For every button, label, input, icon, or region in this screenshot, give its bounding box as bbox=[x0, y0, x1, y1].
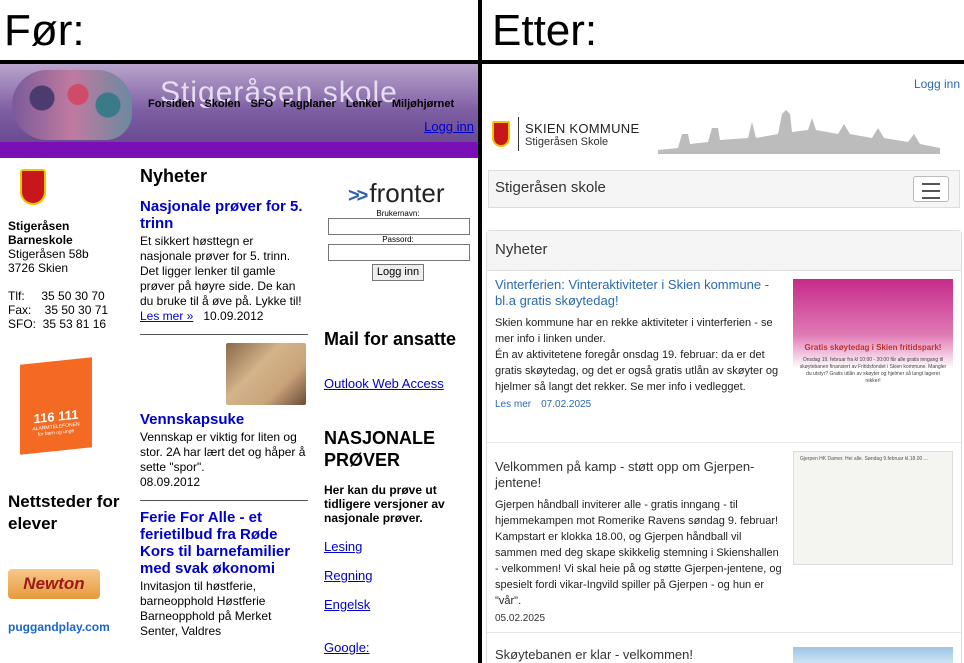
divider-vertical bbox=[478, 0, 482, 663]
banner-artwork bbox=[12, 70, 132, 140]
les-mer-link[interactable]: Les mer bbox=[495, 399, 531, 410]
news-title-1[interactable]: Nasjonale prøver for 5. trinn bbox=[140, 198, 308, 232]
news-item: Vinterferien: Vinteraktiviteter i Skien … bbox=[487, 271, 961, 443]
news-thumbnail bbox=[226, 343, 306, 405]
old-login-link[interactable]: Logg inn bbox=[424, 119, 474, 134]
skien-coat-of-arms-icon bbox=[492, 121, 510, 147]
fronter-logo: >> fronter bbox=[348, 178, 445, 208]
news-item: Skøytebanen er klar - velkommen! bbox=[487, 633, 961, 663]
news-meta-1: Les mer » 10.09.2012 bbox=[140, 309, 308, 324]
username-input[interactable] bbox=[328, 218, 470, 235]
school-city: 3726 Skien bbox=[8, 261, 69, 275]
poster-caption: Gratis skøytedag i Skien fritidspark! bbox=[804, 343, 942, 352]
alarmtelefonen-banner[interactable]: 116 111 ALARMTELEFONEN for barn og unge bbox=[20, 357, 92, 455]
school-street: Stigeråsen 58b bbox=[8, 247, 89, 261]
news-title-2[interactable]: Vennskapsuke bbox=[140, 411, 308, 428]
news-body-2: Vennskap er viktig for liten og stor. 2A… bbox=[140, 430, 306, 474]
comparison-frame: Før: Etter: Stigeråsen skole Forsiden Sk… bbox=[0, 0, 964, 663]
old-nav: Forsiden Skolen SFO Fagplaner Lenker Mil… bbox=[148, 98, 454, 110]
news-item-body: Skien kommune har en rekke aktiviteter i… bbox=[495, 317, 779, 393]
news-item: Velkommen på kamp - støtt opp om Gjerpen… bbox=[487, 443, 961, 633]
site-brand[interactable]: Stigeråsen skole bbox=[495, 179, 606, 196]
old-right-column: >> fronter Brukernavn: Passord: Logg inn … bbox=[324, 178, 472, 655]
old-news-heading: Nyheter bbox=[140, 166, 208, 186]
old-banner: Stigeråsen skole Forsiden Skolen SFO Fag… bbox=[0, 64, 478, 142]
nav-item-fagplaner[interactable]: Fagplaner bbox=[283, 98, 336, 110]
skien-kommune-logo[interactable]: SKIEN KOMMUNE Stigeråsen Skole bbox=[492, 117, 639, 151]
news-item-date: 07.02.2025 bbox=[541, 399, 592, 410]
news-separator bbox=[140, 500, 308, 501]
logo-title: SKIEN KOMMUNE bbox=[525, 120, 640, 136]
puggandplay-logo[interactable]: puggandplay.com bbox=[8, 613, 110, 641]
mail-heading: Mail for ansatte bbox=[324, 329, 457, 349]
before-heading: Før: bbox=[4, 6, 85, 55]
news-separator bbox=[140, 334, 308, 335]
old-news-column: Nyheter Nasjonale prøver for 5. trinn Et… bbox=[140, 166, 308, 639]
newton-logo[interactable]: Newton bbox=[8, 569, 100, 599]
link-regning[interactable]: Regning bbox=[324, 568, 472, 583]
news-item-title[interactable]: Velkommen på kamp - støtt opp om Gjerpen… bbox=[495, 459, 771, 491]
fronter-arrows-icon: >> bbox=[348, 185, 368, 207]
nav-item-miljohjornet[interactable]: Miljøhjørnet bbox=[392, 98, 454, 110]
outlook-link[interactable]: Outlook Web Access bbox=[324, 376, 472, 391]
news-date-1: 10.09.2012 bbox=[203, 309, 264, 323]
fronter-login-button[interactable]: Logg inn bbox=[372, 264, 424, 281]
news-body-1: Et sikkert høsttegn er nasjonale prøver … bbox=[140, 234, 302, 308]
new-site-screenshot: Logg inn SKIEN KOMMUNE Stigeråsen Skole … bbox=[482, 64, 964, 663]
purple-bar bbox=[0, 142, 478, 158]
divider-horizontal bbox=[0, 60, 964, 64]
city-skyline-illustration bbox=[658, 110, 940, 154]
nav-item-lenker[interactable]: Lenker bbox=[346, 98, 382, 110]
nav-item-forsiden[interactable]: Forsiden bbox=[148, 98, 194, 110]
news-item-title[interactable]: Skøytebanen er klar - velkommen! bbox=[495, 647, 771, 663]
news-title-3[interactable]: Ferie For Alle - et ferietilbud fra Røde… bbox=[140, 509, 308, 577]
old-site-screenshot: Stigeråsen skole Forsiden Skolen SFO Fag… bbox=[0, 64, 478, 663]
old-left-column: Stigeråsen Barneskole Stigeråsen 58b 372… bbox=[8, 169, 132, 641]
link-engelsk[interactable]: Engelsk bbox=[324, 597, 472, 612]
school-name: Stigeråsen Barneskole bbox=[8, 219, 73, 247]
password-input[interactable] bbox=[328, 244, 470, 261]
news-item-title[interactable]: Vinterferien: Vinteraktiviteter i Skien … bbox=[495, 277, 771, 309]
gjerpen-letter-image[interactable]: Gjerpen HK Damer. Hei alle. Søndag 9.feb… bbox=[793, 451, 953, 565]
letter-text: Gjerpen HK Damer. Hei alle. Søndag 9.feb… bbox=[800, 456, 928, 462]
after-heading: Etter: bbox=[492, 6, 598, 55]
phone-list: Tlf: 35 50 30 70 Fax: 35 50 30 71 SFO: 3… bbox=[8, 289, 109, 331]
nav-item-skolen[interactable]: Skolen bbox=[204, 98, 240, 110]
poster-text: Onsdag 19. februar fra kl 10:00 - 20:00 … bbox=[799, 357, 947, 384]
logo-subtitle: Stigeråsen Skole bbox=[525, 135, 609, 148]
logo-divider bbox=[518, 117, 519, 151]
menu-hamburger-icon[interactable] bbox=[913, 176, 949, 202]
nasjonale-text: Her kan du prøve ut tidligere versjoner … bbox=[324, 483, 445, 525]
news-item-date: 05.02.2025 bbox=[495, 613, 546, 624]
google-label[interactable]: Google: bbox=[324, 640, 472, 655]
news-body-3: Invitasjon til høstferie, barneopphold H… bbox=[140, 579, 272, 638]
skoytebane-image[interactable] bbox=[793, 647, 953, 663]
link-lesing[interactable]: Lesing bbox=[324, 539, 472, 554]
news-item-body: Gjerpen håndball inviterer alle - gratis… bbox=[495, 499, 782, 607]
nasjonale-heading: NASJONALE PRØVER bbox=[324, 428, 436, 470]
news-date-2: 08.09.2012 bbox=[140, 475, 201, 489]
nettsteder-heading: Nettsteder for elever bbox=[8, 492, 120, 533]
skien-coat-of-arms-icon bbox=[20, 169, 46, 205]
news-panel: Nyheter Vinterferien: Vinteraktiviteter … bbox=[486, 230, 962, 663]
nav-item-sfo[interactable]: SFO bbox=[251, 98, 274, 110]
password-label: Passord: bbox=[382, 235, 414, 244]
top-navbar: Stigeråsen skole bbox=[488, 170, 960, 208]
new-news-heading: Nyheter bbox=[487, 231, 961, 271]
read-more-link[interactable]: Les mer » bbox=[140, 309, 193, 323]
new-login-link[interactable]: Logg inn bbox=[914, 77, 960, 91]
skoytedag-poster-image[interactable]: Gratis skøytedag i Skien fritidspark! On… bbox=[793, 279, 953, 439]
username-label: Brukernavn: bbox=[376, 209, 420, 218]
